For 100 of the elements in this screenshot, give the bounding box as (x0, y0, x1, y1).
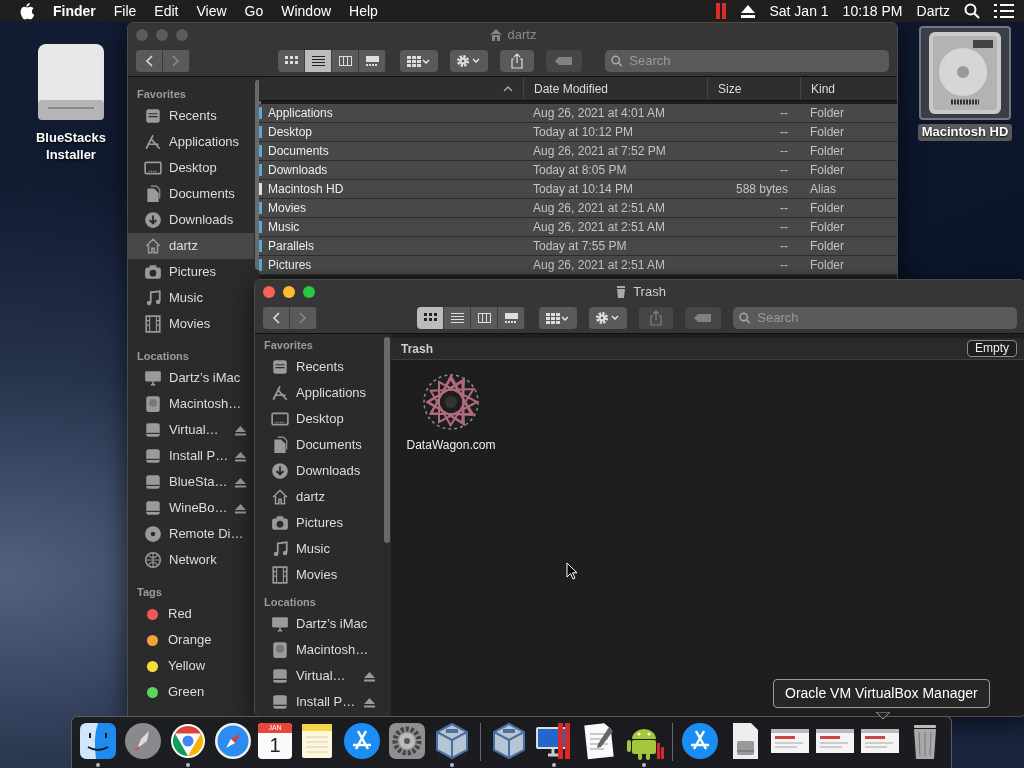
apple-icon[interactable] (20, 2, 35, 20)
file-row[interactable]: Macintosh HD Today at 10:14 PM 588 bytes Alias (259, 180, 897, 199)
sidebar-item[interactable]: Downloads (128, 207, 255, 233)
file-name[interactable]: DataWagon.com (406, 436, 496, 454)
icon-label: BlueStacks Installer (34, 130, 108, 164)
sidebar-item[interactable]: Red (128, 601, 255, 627)
sidebar-item[interactable]: Movies (128, 311, 255, 337)
action-menu-button[interactable] (450, 50, 488, 72)
date-text[interactable]: Sat Jan 1 (769, 0, 829, 22)
sidebar-label: dartz (169, 237, 198, 256)
sidebar-item[interactable]: dartz (128, 233, 255, 259)
size-cell-text: -- (779, 219, 789, 236)
sidebar-item[interactable]: Desktop (128, 155, 255, 181)
icon-grid-view-button[interactable] (278, 50, 305, 72)
menu-item[interactable]: Window (281, 0, 332, 22)
sidebar-item[interactable]: Documents (128, 181, 255, 207)
sidebar-label: Music (169, 289, 203, 308)
folder-icon (259, 164, 262, 176)
sidebar-item[interactable]: dartz (255, 484, 383, 510)
file-row[interactable]: Applications Aug 26, 2021 at 4:01 AM -- Folder (259, 104, 897, 123)
sidebar-item[interactable]: Desktop (255, 406, 383, 432)
zoom-button[interactable] (303, 286, 315, 298)
sidebar-item[interactable]: Network (128, 547, 255, 573)
path-title: Trash (401, 340, 433, 358)
sidebar-item[interactable]: Virtual… (128, 417, 255, 443)
menu-item[interactable]: Edit (154, 0, 179, 22)
icon-grid-view-button[interactable] (417, 307, 444, 329)
sidebar-item[interactable]: Recents (128, 103, 255, 129)
sidebar-item[interactable]: Dartz’s iMac (255, 611, 383, 637)
gallery-view-button[interactable] (359, 50, 386, 72)
sidebar-item[interactable]: Orange (128, 627, 255, 653)
sidebar-label: Applications (169, 133, 240, 152)
action-menu-button[interactable] (589, 307, 627, 329)
menu-item[interactable]: View (196, 0, 227, 22)
list-view-button[interactable] (444, 307, 471, 329)
arrange-menu-button[interactable] (539, 307, 577, 329)
search-icon[interactable] (964, 3, 980, 19)
sidebar-label: Recents (169, 107, 217, 126)
sidebar-item[interactable]: Recents (255, 354, 383, 380)
column-header[interactable]: Date Modified (534, 79, 609, 98)
file-row[interactable]: Music Aug 26, 2021 at 2:51 AM -- Folder (259, 218, 897, 237)
list-menu-icon[interactable] (994, 4, 1014, 18)
file-row[interactable]: Desktop Today at 10:12 PM -- Folder (259, 123, 897, 142)
sidebar-item[interactable]: Virtual… (255, 663, 383, 689)
clock-text[interactable]: 10:18 PM (842, 0, 903, 22)
sidebar-item[interactable]: Remote Di… (128, 521, 255, 547)
sidebar-item[interactable]: Pictures (255, 510, 383, 536)
menu-item[interactable]: Help (349, 0, 378, 22)
app-menu[interactable]: Finder (53, 0, 96, 22)
gear-dropdown-icon (456, 54, 482, 68)
file-row[interactable]: Documents Aug 26, 2021 at 7:52 PM -- Folder (259, 142, 897, 161)
back-button[interactable] (263, 307, 290, 329)
sidebar-item[interactable]: BlueSta… (128, 469, 255, 495)
list-view-button[interactable] (305, 50, 332, 72)
menu-item[interactable]: Go (244, 0, 264, 22)
sidebar-item[interactable]: Music (255, 536, 383, 562)
empty-button[interactable]: Empty (967, 340, 1017, 357)
file-row[interactable]: Parallels Today at 7:55 PM -- Folder (259, 237, 897, 256)
gallery-view-button[interactable] (498, 307, 525, 329)
size-cell-text: -- (779, 124, 789, 141)
dock-item[interactable] (168, 721, 208, 768)
sidebar-item[interactable]: Pictures (128, 259, 255, 285)
sidebar-item[interactable]: Macintosh… (128, 391, 255, 417)
share-button[interactable] (500, 50, 534, 72)
column-header[interactable]: Size (718, 79, 742, 98)
scrollbar-thumb[interactable] (384, 337, 390, 543)
sort-chevron-icon[interactable] (503, 85, 513, 92)
menu-item[interactable]: File (113, 0, 137, 22)
app-store-icon (342, 721, 382, 761)
file-row[interactable]: Movies Aug 26, 2021 at 2:51 AM -- Folder (259, 199, 897, 218)
columns-view-button[interactable] (332, 50, 359, 72)
arrange-menu-button[interactable] (400, 50, 438, 72)
sidebar-item[interactable]: Movies (255, 562, 383, 588)
back-button[interactable] (136, 50, 163, 72)
sidebar-item[interactable]: Install P… (255, 689, 383, 715)
sidebar-item[interactable]: Install P… (128, 443, 255, 469)
sidebar-item[interactable]: Green (128, 679, 255, 705)
user-menu[interactable]: Dartz (916, 0, 950, 22)
sidebar-item[interactable]: Macintosh… (255, 637, 383, 663)
dock-item[interactable] (78, 721, 118, 768)
close-button[interactable] (263, 286, 275, 298)
sidebar-item[interactable]: Applications (128, 129, 255, 155)
forward-button[interactable] (163, 50, 190, 72)
file-row[interactable]: Downloads Today at 8:05 PM -- Folder (259, 161, 897, 180)
eject-icon[interactable] (741, 4, 756, 18)
sidebar-item[interactable]: Dartz’s iMac (128, 365, 255, 391)
sidebar-item[interactable]: Yellow (128, 653, 255, 679)
sidebar-item[interactable]: Documents (255, 432, 383, 458)
column-header[interactable]: Kind (811, 79, 836, 98)
sidebar-item[interactable]: Music (128, 285, 255, 311)
file-row[interactable]: Pictures Aug 26, 2021 at 2:51 AM -- Folder (259, 256, 897, 275)
forward-button[interactable] (290, 307, 317, 329)
minimize-button[interactable] (283, 286, 295, 298)
sidebar-item[interactable]: Downloads (255, 458, 383, 484)
sidebar-item[interactable]: Applications (255, 380, 383, 406)
drive-icon (271, 667, 289, 685)
columns-view-button[interactable] (471, 307, 498, 329)
sidebar-label: Desktop (296, 410, 344, 429)
date-cell-text: Today at 10:12 PM (532, 124, 635, 141)
sidebar-item[interactable]: WineBo… (128, 495, 255, 521)
